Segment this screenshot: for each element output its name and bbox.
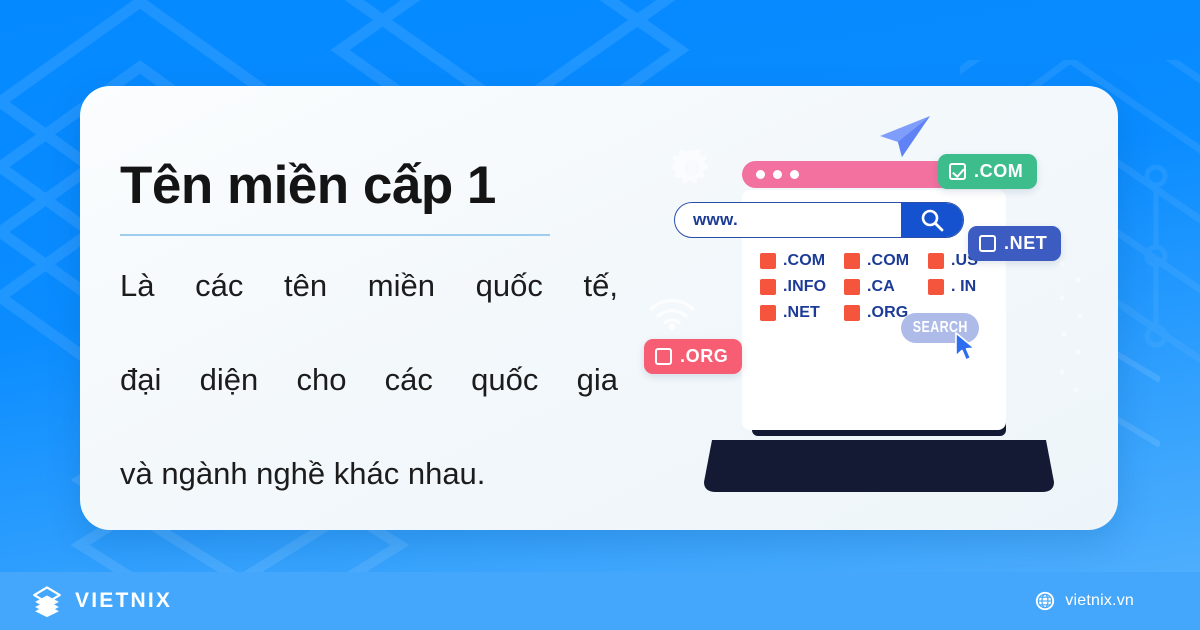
globe-icon <box>1036 591 1055 611</box>
page-title: Tên miền cấp 1 <box>120 156 496 215</box>
badge-label: .NET <box>1004 233 1048 253</box>
domain-swatch <box>760 279 776 295</box>
footer-bar: VIETNIX vietnix.vn <box>0 572 1200 630</box>
domain-label: .NET <box>783 304 820 321</box>
list-item[interactable]: .INFO <box>760 278 844 296</box>
list-item[interactable]: .COM <box>760 252 844 270</box>
search-input[interactable]: www. <box>675 210 901 230</box>
domain-label: . IN <box>951 278 977 295</box>
domain-label: .COM <box>783 252 826 269</box>
paper-plane-icon <box>876 112 932 165</box>
website-link[interactable]: vietnix.vn <box>1035 591 1176 611</box>
description-line-1: Là các tên miền quốc tế, <box>120 267 618 303</box>
badge-label: .COM <box>974 161 1024 181</box>
status-badge-net[interactable]: .NET <box>968 226 1062 261</box>
domain-swatch <box>928 279 944 295</box>
description-line-3: và ngành nghề khác nhau. <box>120 456 486 492</box>
search-submit-button[interactable] <box>901 203 963 237</box>
browser-dot-2 <box>773 170 782 179</box>
dots-icon <box>1052 254 1092 409</box>
checkbox-unchecked-icon[interactable] <box>655 348 672 365</box>
status-badge-org[interactable]: .ORG <box>644 339 743 374</box>
website-url: vietnix.vn <box>1065 592 1134 609</box>
list-item[interactable]: . IN <box>928 278 998 296</box>
list-item[interactable]: .NET <box>760 304 844 322</box>
domain-label: .COM <box>867 252 910 269</box>
checkbox-checked-icon[interactable] <box>949 163 966 180</box>
checkbox-unchecked-icon[interactable] <box>979 235 996 252</box>
domain-swatch <box>760 253 776 269</box>
status-badge-com[interactable]: .COM <box>938 154 1038 189</box>
domain-swatch <box>928 253 944 269</box>
domain-label: .CA <box>867 278 895 295</box>
domain-swatch <box>844 279 860 295</box>
magnifier-icon <box>921 209 944 232</box>
domain-swatch <box>844 253 860 269</box>
brand-logo[interactable]: VIETNIX <box>30 584 172 618</box>
domain-label: .ORG <box>867 304 909 321</box>
content-card: Tên miền cấp 1 Là các tên miền quốc tế, … <box>80 86 1118 530</box>
domain-swatch <box>844 305 860 321</box>
browser-dot-3 <box>790 170 799 179</box>
browser-dot-1 <box>756 170 765 179</box>
badge-label: .ORG <box>680 346 729 366</box>
text-column: Tên miền cấp 1 Là các tên miền quốc tế, … <box>120 156 618 497</box>
domain-search-bar[interactable]: www. <box>674 202 964 238</box>
wifi-icon <box>646 289 698 336</box>
description: Là các tên miền quốc tế, đại diện cho cá… <box>120 262 618 498</box>
brand-name: VIETNIX <box>75 589 173 612</box>
domain-label: .INFO <box>783 278 827 295</box>
description-line-2: đại diện cho các quốc gia <box>120 361 618 397</box>
list-item[interactable]: .COM <box>844 252 928 270</box>
list-item[interactable]: .CA <box>844 278 928 296</box>
stacked-layers-logo <box>33 586 61 618</box>
mouse-pointer-icon <box>954 332 978 367</box>
domain-extension-list: .COM .COM .US .INFO .CA . IN .NET .ORG <box>760 252 998 322</box>
domain-illustration: www. .COM .COM .US .INFO .CA . IN .NET .… <box>644 104 1106 524</box>
title-divider <box>120 233 550 236</box>
domain-swatch <box>760 305 776 321</box>
gear-icon <box>670 146 714 195</box>
